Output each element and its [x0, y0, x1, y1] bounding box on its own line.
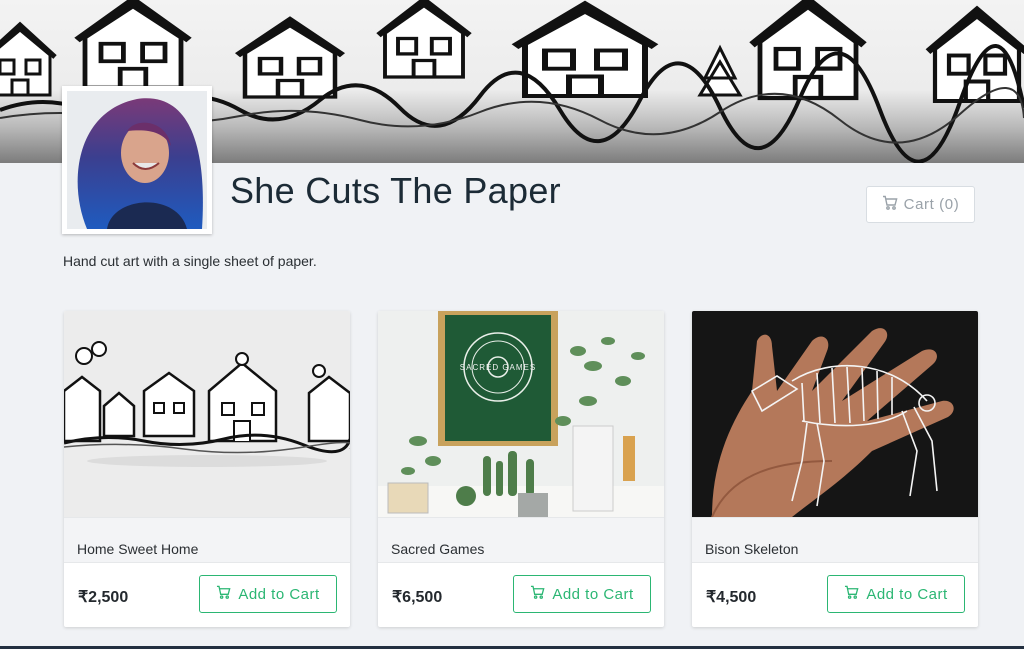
product-card[interactable]: SACRED GAMES Sacred Games ₹6,500 Add to … [378, 311, 664, 627]
cart-icon [216, 585, 231, 603]
cart-icon [844, 585, 859, 603]
add-to-cart-label: Add to Cart [238, 585, 320, 603]
product-name-row: Sacred Games [378, 517, 664, 563]
product-price: ₹2,500 [78, 589, 129, 606]
product-name[interactable]: Home Sweet Home [77, 541, 198, 557]
add-to-cart-label: Add to Cart [866, 585, 948, 603]
product-name-row: Bison Skeleton [692, 517, 978, 563]
print-text: SACRED GAMES [460, 363, 536, 372]
product-name[interactable]: Bison Skeleton [705, 541, 798, 557]
add-to-cart-label: Add to Cart [552, 585, 634, 603]
shop-avatar [62, 86, 212, 234]
product-name[interactable]: Sacred Games [391, 541, 484, 557]
cart-button[interactable]: Cart (0) [866, 186, 975, 223]
cart-label: Cart (0) [903, 196, 960, 213]
profile-photo [67, 91, 207, 229]
cart-icon [882, 195, 898, 214]
product-price: ₹6,500 [392, 589, 443, 606]
product-card[interactable]: Home Sweet Home ₹2,500 Add to Cart [64, 311, 350, 627]
add-to-cart-button[interactable]: Add to Cart [199, 575, 337, 613]
shop-title: She Cuts The Paper [230, 170, 561, 211]
product-name-row: Home Sweet Home [64, 517, 350, 563]
shop-tagline: Hand cut art with a single sheet of pape… [63, 253, 317, 269]
product-image[interactable]: SACRED GAMES [378, 311, 664, 517]
product-price: ₹4,500 [706, 589, 757, 606]
cart-icon [530, 585, 545, 603]
product-image[interactable] [64, 311, 350, 517]
product-card[interactable]: Bison Skeleton ₹4,500 Add to Cart [692, 311, 978, 627]
add-to-cart-button[interactable]: Add to Cart [827, 575, 965, 613]
product-image[interactable] [692, 311, 978, 517]
add-to-cart-button[interactable]: Add to Cart [513, 575, 651, 613]
